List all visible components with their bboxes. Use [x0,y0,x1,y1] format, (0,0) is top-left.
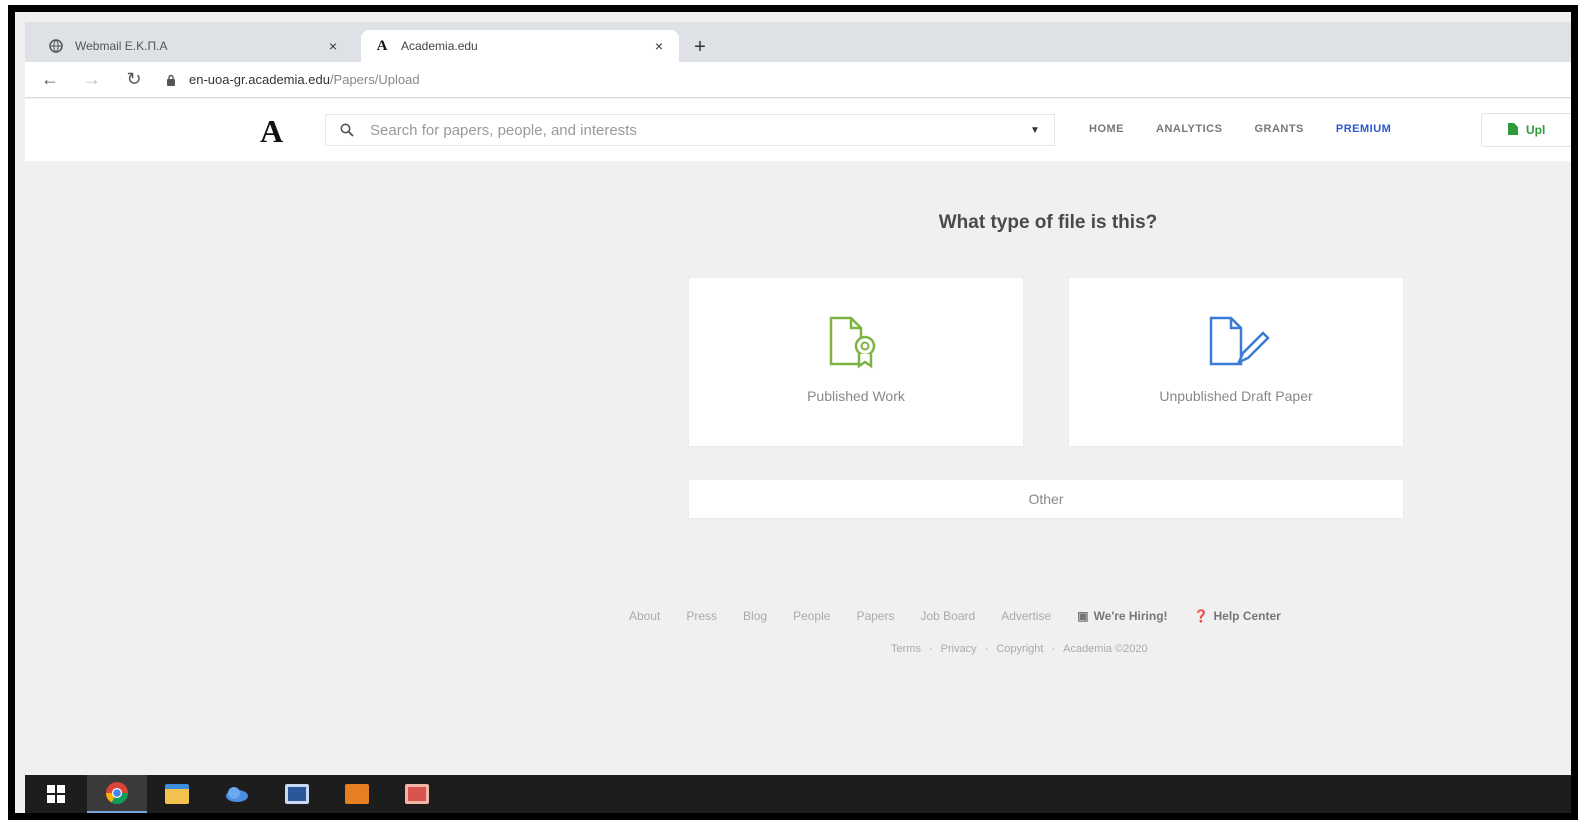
onedrive-icon[interactable] [207,775,267,813]
forward-icon[interactable]: → [77,65,107,95]
other-option-button[interactable]: Other [688,479,1404,519]
help-icon: ❓ [1193,609,1209,623]
windows-start-icon[interactable] [25,775,87,813]
hiring-label: We're Hiring! [1093,609,1168,623]
nav-grants[interactable]: GRANTS [1254,123,1303,135]
footer-link-copyright[interactable]: Copyright [996,643,1043,655]
separator: · [928,643,933,655]
search-input[interactable] [370,121,1028,139]
nav-premium[interactable]: PREMIUM [1336,123,1391,135]
published-work-label: Published Work [807,388,905,404]
footer-link-advertise[interactable]: Advertise [1001,609,1051,623]
url-host: en-uoa-gr.academia.edu [189,72,330,87]
upload-button[interactable]: Upl [1481,113,1571,147]
file-explorer-icon[interactable] [147,775,207,813]
edit-document-icon [1201,314,1271,370]
footer-links: About Press Blog People Papers Job Board… [629,609,1281,623]
search-bar[interactable]: ▼ [325,114,1055,146]
page-title: What type of file is this? [938,212,1158,233]
screenshot-frame: Webmail Ε.Κ.Π.Α × A Academia.edu × + ← →… [8,5,1578,820]
globe-icon [47,37,65,55]
separator: · [984,643,989,655]
footer-link-people[interactable]: People [793,609,830,623]
nav-analytics[interactable]: ANALYTICS [1156,123,1222,135]
draft-paper-label: Unpublished Draft Paper [1159,388,1313,404]
lock-icon [163,72,179,88]
published-work-option[interactable]: Published Work [688,277,1024,447]
chrome-taskbar-icon[interactable] [87,775,147,813]
search-icon [338,121,356,139]
close-icon[interactable]: × [651,38,667,54]
new-tab-button[interactable]: + [687,34,713,60]
help-label: Help Center [1213,609,1281,623]
site-header: A ▼ HOME ANALYTICS GRANTS PREMIUM Upl [25,99,1571,161]
footer-link-job-board[interactable]: Job Board [920,609,975,623]
address-bar[interactable]: en-uoa-gr.academia.edu/Papers/Upload [163,66,1571,94]
tab-academia[interactable]: A Academia.edu × [361,30,679,62]
upload-doc-icon [1508,122,1518,138]
browser-window: Webmail Ε.Κ.Π.Α × A Academia.edu × + ← →… [25,22,1571,813]
footer-link-press[interactable]: Press [686,609,717,623]
nav-home[interactable]: HOME [1089,123,1124,135]
browser-toolbar: ← → ↻ en-uoa-gr.academia.edu/Papers/Uplo… [25,62,1571,98]
tab-title: Webmail Ε.Κ.Π.Α [75,39,168,53]
word-icon[interactable] [267,775,327,813]
os-taskbar [25,775,1571,813]
powerpoint-icon[interactable] [327,775,387,813]
app-icon[interactable] [387,775,447,813]
reload-icon[interactable]: ↻ [119,65,149,95]
tab-webmail[interactable]: Webmail Ε.Κ.Π.Α × [35,30,353,62]
url-path: /Papers/Upload [329,72,420,87]
academia-a-icon: A [376,37,388,54]
footer-link-blog[interactable]: Blog [743,609,767,623]
footer-link-help[interactable]: ❓ Help Center [1194,609,1281,623]
draft-paper-option[interactable]: Unpublished Draft Paper [1068,277,1404,447]
footer-legal: Terms · Privacy · Copyright · Academia ©202… [891,643,1148,655]
tab-title: Academia.edu [401,39,478,53]
separator: · [1051,643,1056,655]
footer-link-hiring[interactable]: ▣ We're Hiring! [1077,609,1167,623]
back-icon[interactable]: ← [35,65,65,95]
briefcase-icon: ▣ [1077,609,1089,623]
caret-down-icon[interactable]: ▼ [1028,125,1042,136]
certified-document-icon [821,314,891,370]
main-nav: HOME ANALYTICS GRANTS PREMIUM [1089,123,1391,135]
tab-strip: Webmail Ε.Κ.Π.Α × A Academia.edu × + [25,22,1571,62]
upload-label: Upl [1526,123,1546,137]
close-icon[interactable]: × [325,38,341,54]
academia-logo[interactable]: A [260,113,283,150]
footer-copyright-notice: Academia ©2020 [1063,643,1148,655]
footer-link-terms[interactable]: Terms [891,643,921,655]
footer-link-privacy[interactable]: Privacy [941,643,977,655]
footer-link-about[interactable]: About [629,609,660,623]
footer-link-papers[interactable]: Papers [856,609,894,623]
